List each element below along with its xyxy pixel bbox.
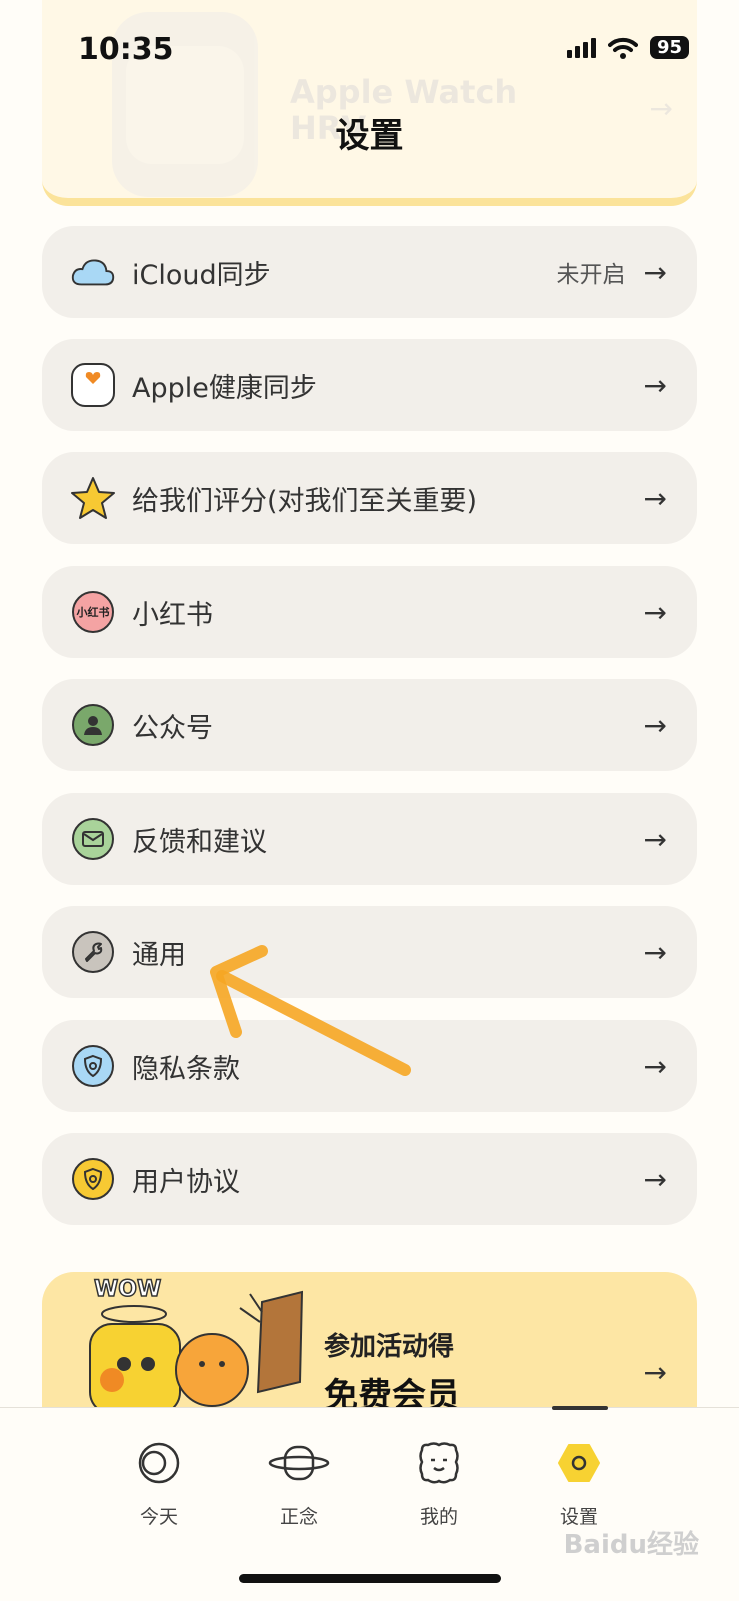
settings-row-apple-health[interactable]: Apple健康同步 → bbox=[42, 339, 697, 431]
hexagon-icon bbox=[524, 1432, 634, 1494]
promo-line1: 参加活动得 bbox=[324, 1332, 455, 1362]
row-label: 反馈和建议 bbox=[132, 826, 267, 858]
tab-today[interactable]: 今天 bbox=[104, 1432, 214, 1529]
arrow-right-icon: → bbox=[643, 481, 667, 515]
row-label: 给我们评分(对我们至关重要) bbox=[132, 485, 478, 517]
row-label: 公众号 bbox=[132, 712, 213, 744]
settings-row-xiaohongshu[interactable]: 小红书 小红书 → bbox=[42, 566, 697, 658]
arrow-right-icon: → bbox=[643, 822, 667, 856]
tab-label: 正念 bbox=[279, 1506, 318, 1528]
row-label: 通用 bbox=[132, 939, 186, 971]
arrow-right-icon: → bbox=[643, 1356, 667, 1389]
arrow-right-icon: → bbox=[643, 708, 667, 742]
privacy-shield-icon bbox=[70, 1043, 116, 1089]
tab-mindfulness[interactable]: 正念 bbox=[244, 1432, 354, 1529]
promo-line2: 免费会员 bbox=[324, 1376, 460, 1412]
row-label: 隐私条款 bbox=[132, 1053, 240, 1085]
planet-icon bbox=[244, 1432, 354, 1494]
tab-label: 我的 bbox=[419, 1506, 458, 1528]
agreement-shield-icon bbox=[70, 1156, 116, 1202]
wrench-icon bbox=[70, 929, 116, 975]
row-label: iCloud同步 bbox=[132, 259, 271, 291]
arrow-right-icon: → bbox=[643, 935, 667, 969]
circle-moon-icon bbox=[104, 1432, 214, 1494]
status-icons: 95 bbox=[566, 36, 689, 59]
row-label: 用户协议 bbox=[132, 1166, 240, 1198]
settings-row-general[interactable]: 通用 → bbox=[42, 906, 697, 998]
arrow-right-icon: → bbox=[643, 368, 667, 402]
arrow-right-icon: → bbox=[643, 1049, 667, 1083]
wow-badge: WOW bbox=[93, 1276, 162, 1303]
tab-bar: 今天 正念 我的 设置 Baidu经验 bbox=[0, 1406, 739, 1601]
row-status: 未开启 bbox=[556, 262, 626, 288]
settings-row-official-account[interactable]: 公众号 → bbox=[42, 679, 697, 771]
settings-row-user-agreement[interactable]: 用户协议 → bbox=[42, 1133, 697, 1225]
star-icon bbox=[70, 475, 116, 521]
cloud-icon bbox=[70, 249, 116, 295]
status-time: 10:35 bbox=[78, 32, 174, 67]
promo-card-top[interactable]: Apple Watch HRV → bbox=[42, 0, 697, 206]
wifi-icon bbox=[607, 37, 638, 59]
settings-row-icloud[interactable]: iCloud同步 未开启 → bbox=[42, 226, 697, 318]
settings-row-rate-us[interactable]: 给我们评分(对我们至关重要) → bbox=[42, 452, 697, 544]
watermark: Baidu经验 bbox=[563, 1530, 699, 1560]
arrow-right-icon: → bbox=[643, 1162, 667, 1196]
settings-row-feedback[interactable]: 反馈和建议 → bbox=[42, 793, 697, 885]
settings-row-privacy[interactable]: 隐私条款 → bbox=[42, 1020, 697, 1112]
mail-icon bbox=[70, 816, 116, 862]
arrow-right-icon: → bbox=[643, 595, 667, 629]
tab-mine[interactable]: 我的 bbox=[384, 1432, 494, 1529]
row-label: 小红书 bbox=[132, 599, 213, 631]
arrow-right-icon: → bbox=[643, 255, 667, 289]
signal-icon bbox=[566, 37, 596, 58]
mascot-illustration: WOW bbox=[89, 1276, 304, 1412]
svg-text:WOW: WOW bbox=[94, 1277, 161, 1302]
battery-icon: 95 bbox=[649, 36, 689, 59]
page-title: 设置 bbox=[335, 116, 404, 156]
heart-icon bbox=[70, 362, 116, 408]
person-icon bbox=[70, 702, 116, 748]
face-icon bbox=[384, 1432, 494, 1494]
home-indicator bbox=[239, 1574, 501, 1583]
tab-label: 今天 bbox=[139, 1506, 178, 1528]
xiaohongshu-icon: 小红书 bbox=[70, 589, 116, 635]
row-label: Apple健康同步 bbox=[132, 372, 317, 404]
tab-settings[interactable]: 设置 bbox=[524, 1432, 634, 1529]
promo-card-membership[interactable]: WOW 参加活动得 免费会员 → bbox=[42, 1272, 697, 1412]
active-tab-indicator bbox=[552, 1406, 608, 1410]
